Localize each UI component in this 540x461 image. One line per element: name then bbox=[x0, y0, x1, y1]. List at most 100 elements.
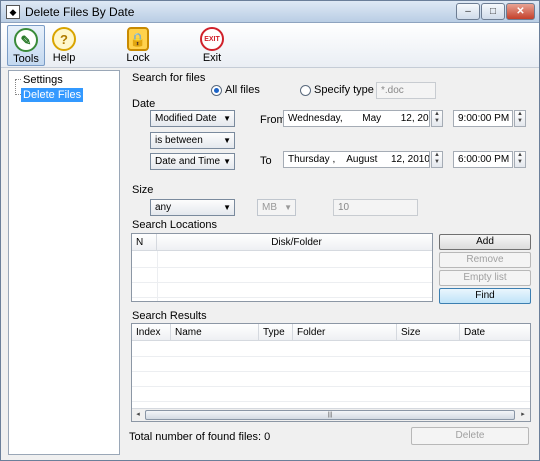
close-button[interactable]: ✕ bbox=[506, 3, 535, 20]
toolbar: ✎ Tools ? Help 🔒 Lock EXIT Exit bbox=[1, 23, 539, 68]
all-files-label: All files bbox=[225, 84, 260, 96]
to-time-input[interactable]: 6:00:00 PM bbox=[453, 151, 513, 168]
to-date-input[interactable]: Thursday , August 12, 2010 bbox=[283, 151, 430, 168]
size-unit-value: MB bbox=[262, 202, 277, 213]
chevron-down-icon: ▼ bbox=[223, 203, 231, 212]
spin-down-icon[interactable]: ▼ bbox=[432, 118, 442, 125]
date-field-value: Modified Date bbox=[155, 113, 217, 124]
from-time-input[interactable]: 9:00:00 PM bbox=[453, 110, 513, 127]
tree-item-delete-files[interactable]: Delete Files bbox=[21, 88, 84, 102]
to-time-spinner[interactable]: ▲ ▼ bbox=[514, 151, 526, 168]
scroll-right-icon[interactable]: ▸ bbox=[518, 410, 528, 420]
spin-up-icon[interactable]: ▲ bbox=[432, 152, 442, 159]
spin-up-icon[interactable]: ▲ bbox=[432, 111, 442, 118]
from-month: May bbox=[362, 113, 382, 124]
size-condition-select[interactable]: any ▼ bbox=[150, 199, 235, 216]
window-title: Delete Files By Date bbox=[25, 5, 135, 19]
lock-label: Lock bbox=[126, 52, 150, 64]
search-locations-label: Search Locations bbox=[132, 219, 217, 231]
search-for-files-label: Search for files bbox=[132, 72, 206, 84]
size-section-label: Size bbox=[132, 184, 154, 196]
column-header-folder[interactable]: Folder bbox=[293, 324, 397, 341]
app-window: ◆ Delete Files By Date – □ ✕ ✎ Tools ? H… bbox=[0, 0, 540, 461]
spin-up-icon[interactable]: ▲ bbox=[515, 152, 525, 159]
column-header-size[interactable]: Size bbox=[397, 324, 460, 341]
grid-header: Index Name Type Folder Size Date bbox=[132, 324, 530, 341]
chevron-down-icon: ▼ bbox=[223, 114, 231, 123]
tree-connector bbox=[15, 79, 16, 95]
column-header-n[interactable]: N bbox=[132, 234, 157, 251]
maximize-button[interactable]: □ bbox=[481, 3, 505, 20]
navigation-tree: Settings Delete Files bbox=[8, 70, 120, 455]
from-weekday: Wednesday, bbox=[288, 113, 343, 124]
tools-button[interactable]: ✎ Tools bbox=[7, 25, 45, 66]
from-day-year: 12, 2010 bbox=[400, 113, 429, 124]
to-month: August bbox=[346, 154, 378, 165]
to-date-spinner[interactable]: ▲ ▼ bbox=[431, 151, 443, 168]
app-icon: ◆ bbox=[6, 5, 20, 19]
file-type-input[interactable]: *.doc bbox=[376, 82, 436, 99]
spin-down-icon[interactable]: ▼ bbox=[515, 159, 525, 166]
date-condition-select[interactable]: is between ▼ bbox=[150, 132, 235, 149]
lock-icon: 🔒 bbox=[127, 27, 149, 51]
search-results-label: Search Results bbox=[132, 310, 207, 322]
tree-item-settings[interactable]: Settings bbox=[21, 73, 65, 87]
specify-type-label: Specify type bbox=[314, 84, 374, 96]
all-files-radio[interactable] bbox=[211, 85, 222, 96]
date-condition-value: is between bbox=[155, 135, 203, 146]
tools-icon: ✎ bbox=[14, 28, 38, 52]
from-date-spinner[interactable]: ▲ ▼ bbox=[431, 110, 443, 127]
column-header-type[interactable]: Type bbox=[259, 324, 293, 341]
date-mode-select[interactable]: Date and Time ▼ bbox=[150, 153, 235, 170]
scrollbar-thumb[interactable]: ||| bbox=[145, 410, 515, 420]
to-day-year: 12, 2010 bbox=[390, 154, 430, 165]
size-unit-select[interactable]: MB ▼ bbox=[257, 199, 296, 216]
grid-col-line bbox=[157, 251, 158, 301]
grid-header: N Disk/Folder bbox=[132, 234, 432, 251]
spin-up-icon[interactable]: ▲ bbox=[515, 111, 525, 118]
from-time-spinner[interactable]: ▲ ▼ bbox=[514, 110, 526, 127]
column-header-name[interactable]: Name bbox=[171, 324, 259, 341]
from-date-input[interactable]: Wednesday, May 12, 2010 bbox=[283, 110, 430, 127]
scroll-left-icon[interactable]: ◂ bbox=[133, 410, 143, 420]
column-header-disk-folder[interactable]: Disk/Folder bbox=[157, 234, 432, 251]
column-header-index[interactable]: Index bbox=[132, 324, 171, 341]
grid-row-line bbox=[132, 401, 530, 402]
specify-type-radio[interactable] bbox=[300, 85, 311, 96]
remove-button[interactable]: Remove bbox=[439, 252, 531, 268]
chevron-down-icon: ▼ bbox=[223, 136, 231, 145]
find-button[interactable]: Find bbox=[439, 288, 531, 304]
search-results-grid[interactable]: Index Name Type Folder Size Date ◂ ||| ▸ bbox=[131, 323, 531, 422]
to-separator: , bbox=[332, 154, 336, 165]
grid-row-line bbox=[132, 297, 432, 298]
spin-down-icon[interactable]: ▼ bbox=[515, 118, 525, 125]
date-mode-value: Date and Time bbox=[155, 156, 221, 167]
minimize-button[interactable]: – bbox=[456, 3, 480, 20]
add-button[interactable]: Add bbox=[439, 234, 531, 250]
tools-label: Tools bbox=[13, 53, 39, 65]
lock-button[interactable]: 🔒 Lock bbox=[121, 25, 155, 66]
to-weekday: Thursday bbox=[288, 154, 330, 165]
exit-label: Exit bbox=[202, 52, 222, 64]
chevron-down-icon: ▼ bbox=[223, 157, 231, 166]
help-button[interactable]: ? Help bbox=[47, 25, 81, 66]
grid-row-line bbox=[132, 371, 530, 372]
size-value-input[interactable]: 10 bbox=[333, 199, 418, 216]
from-label: From bbox=[260, 114, 286, 126]
exit-button[interactable]: EXIT Exit bbox=[195, 25, 229, 66]
grid-row-line bbox=[132, 282, 432, 283]
search-locations-grid[interactable]: N Disk/Folder bbox=[131, 233, 433, 302]
chevron-down-icon: ▼ bbox=[284, 203, 292, 212]
column-header-date[interactable]: Date bbox=[460, 324, 530, 341]
to-label: To bbox=[260, 155, 272, 167]
delete-button[interactable]: Delete bbox=[411, 427, 529, 445]
grid-row-line bbox=[132, 267, 432, 268]
horizontal-scrollbar[interactable]: ◂ ||| ▸ bbox=[132, 408, 530, 421]
empty-list-button[interactable]: Empty list bbox=[439, 270, 531, 286]
spin-down-icon[interactable]: ▼ bbox=[432, 159, 442, 166]
date-field-select[interactable]: Modified Date ▼ bbox=[150, 110, 235, 127]
help-label: Help bbox=[52, 52, 76, 64]
total-found-files: Total number of found files: 0 bbox=[129, 431, 271, 443]
exit-icon: EXIT bbox=[200, 27, 224, 51]
grid-row-line bbox=[132, 356, 530, 357]
